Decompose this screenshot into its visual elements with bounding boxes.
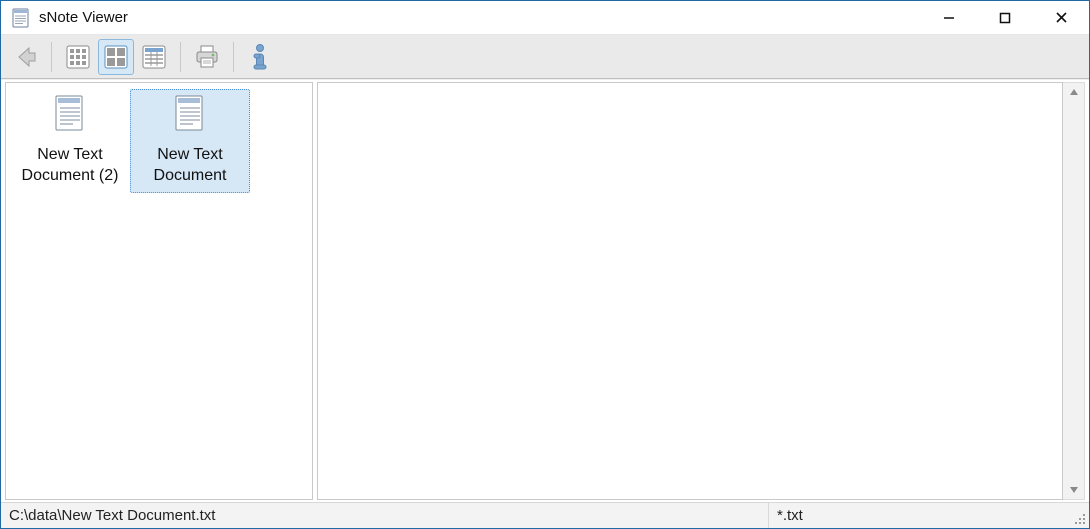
toolbar (1, 35, 1089, 79)
file-item[interactable]: New Text Document (2) (10, 89, 130, 193)
document-viewer-pane[interactable] (317, 82, 1063, 500)
titlebar: sNote Viewer (1, 1, 1089, 35)
statusbar: C:\data\New Text Document.txt *.txt (1, 502, 1089, 528)
window-controls (921, 1, 1089, 34)
file-label: New Text Document (2) (10, 145, 130, 187)
file-item[interactable]: New Text Document (130, 89, 250, 193)
resize-grip-icon[interactable] (1073, 512, 1087, 526)
view-large-icons-button[interactable] (98, 39, 134, 75)
maximize-button[interactable] (977, 1, 1033, 34)
window-title: sNote Viewer (39, 9, 128, 26)
toolbar-separator (180, 42, 181, 72)
app-icon (11, 8, 31, 28)
close-button[interactable] (1033, 1, 1089, 34)
file-label: New Text Document (130, 145, 250, 187)
content-area: New Text Document (2) New Text Document (1, 79, 1089, 502)
viewer-scrollbar[interactable] (1063, 82, 1085, 500)
info-button[interactable] (242, 39, 278, 75)
status-filter-text: *.txt (777, 507, 803, 524)
minimize-button[interactable] (921, 1, 977, 34)
document-icon (53, 94, 87, 141)
print-button[interactable] (189, 39, 225, 75)
toolbar-separator (233, 42, 234, 72)
status-path: C:\data\New Text Document.txt (1, 503, 769, 528)
back-button[interactable] (7, 39, 43, 75)
file-list-pane[interactable]: New Text Document (2) New Text Document (5, 82, 313, 500)
scroll-up-button[interactable] (1063, 83, 1084, 101)
document-icon (173, 94, 207, 141)
view-small-icons-button[interactable] (60, 39, 96, 75)
view-list-button[interactable] (136, 39, 172, 75)
toolbar-separator (51, 42, 52, 72)
status-filter: *.txt (769, 503, 1089, 528)
app-window: sNote Viewer (0, 0, 1090, 529)
scroll-down-button[interactable] (1063, 481, 1084, 499)
